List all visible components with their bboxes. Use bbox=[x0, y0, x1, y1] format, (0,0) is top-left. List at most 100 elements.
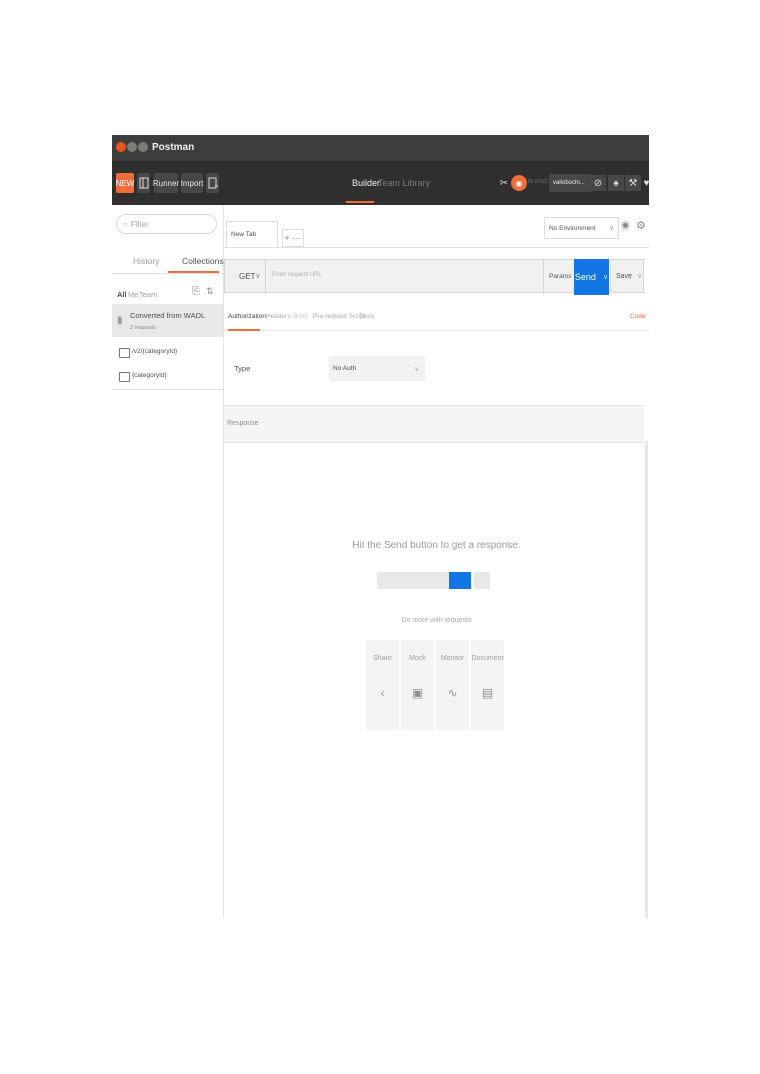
main-panel: New Tab + ⋯ No Environment ∨ ◉ ⚙ GET ∨ En… bbox=[224, 205, 649, 918]
send-illustration bbox=[377, 572, 490, 589]
tab-team-library[interactable]: Team Library bbox=[378, 178, 430, 188]
url-input[interactable]: Enter request URL bbox=[272, 272, 322, 278]
tab-controls: + ⋯ bbox=[282, 229, 304, 247]
tab-builder[interactable]: Builder bbox=[352, 178, 380, 188]
mock-label: Mock bbox=[409, 655, 426, 662]
save-label: Save bbox=[616, 272, 632, 280]
request-tab[interactable]: New Tab bbox=[226, 221, 278, 247]
chevron-down-icon: ∨ bbox=[255, 271, 261, 280]
divider bbox=[265, 260, 266, 294]
tab-headers[interactable]: Headers bbox=[266, 313, 291, 320]
mock-server-icon: ▣ bbox=[411, 686, 424, 700]
import-button[interactable]: Import bbox=[181, 173, 203, 193]
divider bbox=[471, 572, 474, 589]
share-icon: ‹ bbox=[380, 686, 385, 700]
collection-count: 2 requests bbox=[130, 325, 156, 331]
monitor-label: Monitor bbox=[440, 655, 465, 662]
collection-folder-icon: ▮ bbox=[117, 315, 123, 326]
document-label: Document bbox=[471, 655, 504, 662]
request-item-2[interactable]: {categoryId} bbox=[132, 372, 167, 379]
app-header: NEW Runner Import Builder Team Library ✂… bbox=[112, 161, 649, 205]
tab-pre-request-script[interactable]: Pre-request Script bbox=[313, 313, 365, 320]
filter-team[interactable]: Team bbox=[139, 290, 157, 299]
add-tab-button[interactable]: + bbox=[284, 233, 289, 243]
response-title: Response bbox=[227, 420, 259, 427]
sidebar-toggle-button[interactable] bbox=[137, 173, 150, 193]
code-link[interactable]: Code bbox=[630, 313, 646, 320]
environment-select[interactable]: No Environment ∨ bbox=[544, 217, 619, 239]
chevron-down-icon: ∨ bbox=[636, 273, 643, 280]
auth-type-select[interactable]: No Auth ∨ bbox=[329, 356, 425, 381]
active-tab-indicator bbox=[346, 201, 374, 203]
document-card[interactable]: Document ▤ bbox=[471, 640, 504, 730]
maximize-window-button[interactable] bbox=[138, 142, 148, 152]
environment-label: No Environment bbox=[549, 224, 596, 232]
new-button[interactable]: NEW bbox=[116, 173, 134, 193]
auth-type-value: No Auth bbox=[333, 365, 357, 372]
send-button[interactable]: Send ∨ bbox=[574, 259, 609, 295]
gear-icon[interactable]: ⚙ bbox=[636, 219, 646, 232]
tab-body[interactable]: Body bbox=[293, 313, 308, 320]
share-label: Share bbox=[373, 655, 392, 662]
tab-tests[interactable]: Tests bbox=[359, 313, 374, 320]
chevron-down-icon: ∨ bbox=[609, 225, 614, 232]
tab-history[interactable]: History bbox=[133, 256, 159, 266]
monitor-card[interactable]: Monitor ∿ bbox=[436, 640, 469, 730]
user-label: valiobochi... bbox=[553, 180, 585, 186]
new-collection-icon[interactable]: ⎘ bbox=[192, 286, 200, 297]
sync-status-icon[interactable]: ◉ bbox=[511, 175, 527, 191]
title-bar: Postman bbox=[112, 135, 649, 161]
new-window-button[interactable] bbox=[206, 173, 219, 193]
request-tab-bar: New Tab + ⋯ No Environment ∨ ◉ ⚙ bbox=[224, 205, 649, 248]
divider bbox=[224, 330, 649, 331]
scrollbar[interactable] bbox=[645, 441, 648, 918]
wrench-icon[interactable]: ⚒ bbox=[625, 175, 641, 191]
divider bbox=[112, 389, 223, 390]
save-button[interactable]: Save ∨ bbox=[610, 259, 644, 293]
share-card[interactable]: Share ‹ bbox=[366, 640, 399, 730]
tab-authorization[interactable]: Authorization bbox=[228, 313, 266, 320]
user-menu[interactable]: valiobochi... ∨ bbox=[549, 174, 594, 192]
filter-input[interactable]: ○ Filter bbox=[116, 214, 217, 234]
filter-me[interactable]: Me bbox=[128, 290, 138, 299]
sort-icon[interactable]: ⇅ bbox=[206, 286, 214, 297]
method-select[interactable]: GET bbox=[239, 272, 255, 281]
mock-card[interactable]: Mock ▣ bbox=[401, 640, 434, 730]
pulse-icon: ∿ bbox=[447, 686, 458, 700]
auth-tab-indicator bbox=[228, 329, 260, 331]
folder-icon bbox=[119, 372, 130, 382]
sidebar: ○ Filter History Collections All Me Team… bbox=[112, 205, 224, 918]
satellite-icon[interactable]: ⊘ bbox=[590, 175, 606, 191]
collection-name: Converted from WADL bbox=[130, 311, 206, 320]
request-item-1[interactable]: /v2/{categoryId} bbox=[132, 348, 177, 355]
close-window-button[interactable] bbox=[116, 142, 126, 152]
folder-icon bbox=[119, 348, 130, 358]
sidebar-icon bbox=[139, 177, 148, 189]
interceptor-icon[interactable]: ✂ bbox=[496, 175, 512, 191]
bell-icon[interactable]: ♠ bbox=[608, 175, 624, 191]
tab-menu-button[interactable]: ⋯ bbox=[293, 233, 302, 244]
tab-collections[interactable]: Collections bbox=[182, 256, 224, 266]
new-window-icon bbox=[208, 177, 218, 189]
collection-item[interactable]: ▮ Converted from WADL 2 requests bbox=[112, 304, 223, 337]
filter-placeholder: Filter bbox=[130, 219, 149, 229]
send-illustration-button bbox=[449, 572, 471, 589]
chevron-down-icon: ∨ bbox=[414, 365, 419, 373]
chevron-down-icon: ∨ bbox=[602, 274, 609, 281]
response-hint: Hit the Send button to get a response. bbox=[352, 540, 521, 551]
params-button[interactable]: Params bbox=[549, 273, 571, 280]
filter-all[interactable]: All bbox=[117, 290, 127, 299]
minimize-window-button[interactable] bbox=[127, 142, 137, 152]
url-bar: GET ∨ Enter request URL Params bbox=[224, 259, 594, 294]
runner-button[interactable]: Runner bbox=[153, 173, 179, 193]
heart-icon[interactable]: ♥ bbox=[642, 175, 649, 191]
divider bbox=[112, 273, 223, 274]
send-label: Send bbox=[574, 272, 596, 282]
eye-icon[interactable]: ◉ bbox=[621, 220, 630, 231]
response-header: Response bbox=[224, 405, 644, 443]
more-text: Do more with requests bbox=[401, 617, 472, 624]
auth-type-label: Type bbox=[234, 364, 251, 373]
window-title: Postman bbox=[152, 142, 195, 153]
sync-label: IN SYNC bbox=[528, 179, 549, 185]
search-icon: ○ bbox=[123, 219, 128, 229]
